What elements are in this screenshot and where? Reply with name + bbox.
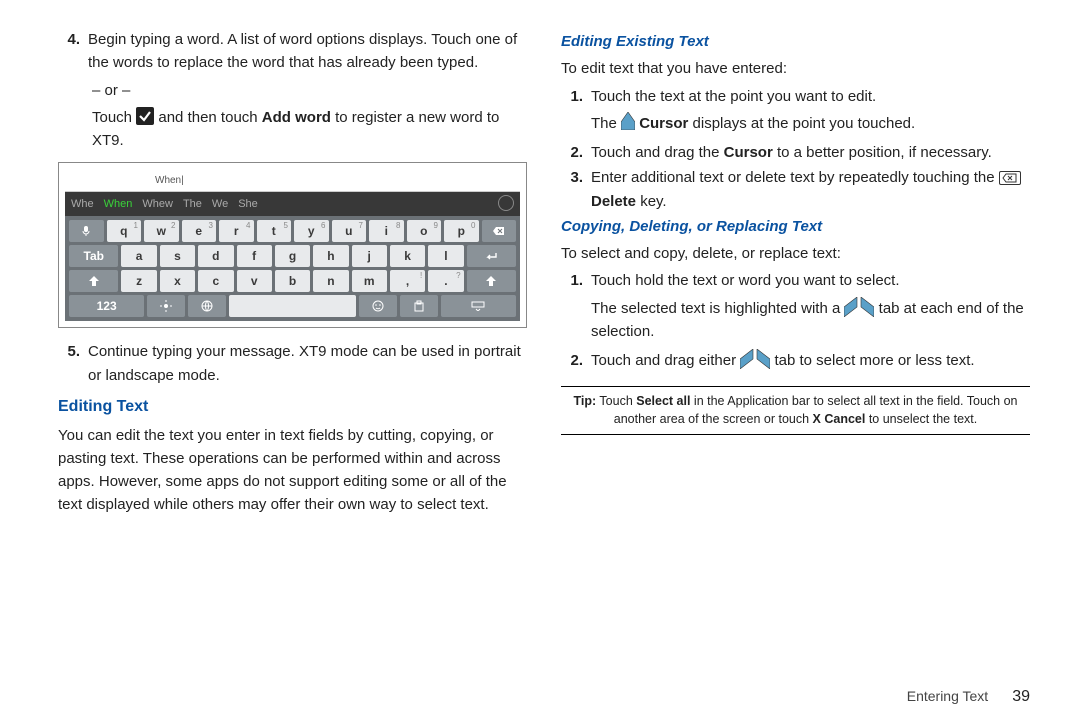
- keyboard-row-3: z x c v b n m ,! .?: [69, 270, 516, 292]
- key-l: l: [428, 245, 463, 267]
- copy-step-2: 2. Touch and drag either tab to select m…: [561, 349, 1030, 372]
- key-z: z: [121, 270, 156, 292]
- key-m: m: [352, 270, 387, 292]
- checkmark-square-icon: [136, 107, 154, 125]
- key-space: [229, 295, 357, 317]
- keyboard-row-2: Tab a s d f g h j k l: [69, 245, 516, 267]
- key-q: q1: [107, 220, 142, 242]
- footer-page-number: 39: [1012, 688, 1030, 706]
- step-5: 5. Continue typing your message. XT9 mod…: [58, 340, 527, 387]
- list-number: 4.: [58, 28, 88, 75]
- list-number: 5.: [58, 340, 88, 387]
- key-tab: Tab: [69, 245, 118, 267]
- keyboard-figure: When| Whe When Whew The We She q1 w2 e3: [58, 162, 527, 328]
- key-settings-icon: [147, 295, 185, 317]
- or-separator: – or –: [58, 79, 527, 102]
- cursor-handle-icon: [621, 112, 635, 130]
- key-shift-icon: [69, 270, 118, 292]
- key-r: r4: [219, 220, 254, 242]
- key-v: v: [237, 270, 272, 292]
- key-n: n: [313, 270, 348, 292]
- key-123: 123: [69, 295, 144, 317]
- tip-box: Tip: Touch Select all in the Application…: [561, 386, 1030, 435]
- key-e: e3: [182, 220, 217, 242]
- right-column: Editing Existing Text To edit text that …: [561, 28, 1030, 660]
- key-u: u7: [332, 220, 367, 242]
- exist-step-1: 1. Touch the text at the point you want …: [561, 85, 1030, 140]
- key-j: j: [352, 245, 387, 267]
- keyboard-suggestions: Whe When Whew The We She: [65, 192, 520, 216]
- key-i: i8: [369, 220, 404, 242]
- key-d: d: [198, 245, 233, 267]
- left-column: 4. Begin typing a word. A list of word o…: [58, 28, 527, 660]
- key-enter-icon: [467, 245, 516, 267]
- footer-section: Entering Text: [907, 688, 988, 704]
- step-4: 4. Begin typing a word. A list of word o…: [58, 28, 527, 75]
- heading-editing-text: Editing Text: [58, 395, 527, 420]
- key-clip-icon: [400, 295, 438, 317]
- key-collapse-icon: [441, 295, 516, 317]
- key-g: g: [275, 245, 310, 267]
- step-5-text: Continue typing your message. XT9 mode c…: [88, 340, 527, 387]
- key-mic-icon: [69, 220, 104, 242]
- keyboard-row-1: q1 w2 e3 r4 t5 y6 u7 i8 o9 p0: [69, 220, 516, 242]
- key-emoji-icon: [359, 295, 397, 317]
- key-y: y6: [294, 220, 329, 242]
- key-a: a: [121, 245, 156, 267]
- heading-copying: Copying, Deleting, or Replacing Text: [561, 215, 1030, 238]
- key-backspace-icon: [482, 220, 517, 242]
- keyboard-keys: q1 w2 e3 r4 t5 y6 u7 i8 o9 p0 Tab a: [65, 216, 520, 321]
- key-period: .?: [428, 270, 463, 292]
- expand-icon: [498, 195, 514, 211]
- key-h: h: [313, 245, 348, 267]
- key-s: s: [160, 245, 195, 267]
- keyboard-textfield: When|: [65, 169, 520, 192]
- exist-step-3: 3. Enter additional text or delete text …: [561, 166, 1030, 213]
- heading-editing-existing: Editing Existing Text: [561, 30, 1030, 53]
- selection-handles-icon: [844, 297, 874, 317]
- exist-step-2: 2. Touch and drag the Cursor to a better…: [561, 141, 1030, 164]
- existing-intro: To edit text that you have entered:: [561, 57, 1030, 80]
- key-t: t5: [257, 220, 292, 242]
- step-4-text: Begin typing a word. A list of word opti…: [88, 28, 527, 75]
- key-shift-right-icon: [467, 270, 516, 292]
- copy-step-1: 1. Touch hold the text or word you want …: [561, 269, 1030, 347]
- editing-text-paragraph: You can edit the text you enter in text …: [58, 424, 527, 517]
- key-w: w2: [144, 220, 179, 242]
- delete-key-icon: [999, 171, 1021, 185]
- key-comma: ,!: [390, 270, 425, 292]
- step-4-alt: Touch and then touch Add word to registe…: [58, 106, 527, 153]
- key-c: c: [198, 270, 233, 292]
- keyboard-row-4: 123: [69, 295, 516, 317]
- key-globe-icon: [188, 295, 226, 317]
- key-f: f: [237, 245, 272, 267]
- key-p: p0: [444, 220, 479, 242]
- selection-handles-icon: [740, 349, 770, 369]
- page-footer: Entering Text 39: [0, 660, 1080, 706]
- key-x: x: [160, 270, 195, 292]
- key-o: o9: [407, 220, 442, 242]
- key-b: b: [275, 270, 310, 292]
- copying-intro: To select and copy, delete, or replace t…: [561, 242, 1030, 265]
- key-k: k: [390, 245, 425, 267]
